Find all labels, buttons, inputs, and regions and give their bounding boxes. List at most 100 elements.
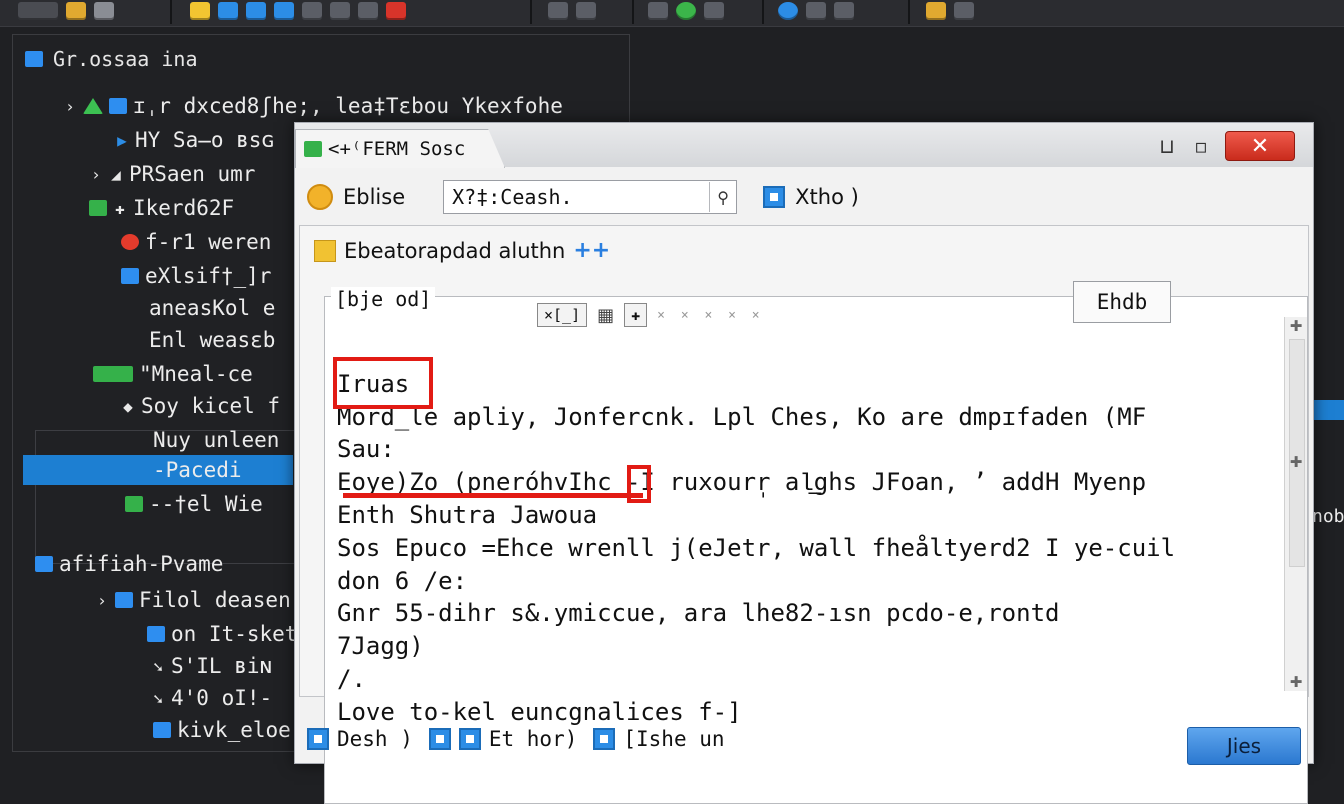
menu-icon[interactable]	[704, 2, 724, 20]
tree-item[interactable]: ▶ HY Sa̶o ʙsɢ	[115, 125, 274, 155]
tree-item[interactable]: "Mneal-ce	[93, 359, 253, 389]
window-icon[interactable]	[358, 2, 378, 20]
highlight-underline	[343, 493, 643, 498]
status-label: Desh )	[337, 727, 413, 751]
tree-item-label: eXlsif†_]r	[145, 264, 272, 288]
option-checkbox[interactable]	[763, 186, 786, 208]
pin-icon: ✚	[115, 198, 125, 218]
tree-item[interactable]: › Filol deasen	[95, 585, 291, 615]
pin-icon[interactable]: ✚	[624, 303, 648, 327]
tree-item-label: --†el Wie	[149, 492, 263, 516]
editor-scrollbar[interactable]: ✚ ✚ ✚	[1284, 317, 1307, 691]
tree-item[interactable]: › ɪˌr dxced8ʃhe;‚ lea‡Tεbou Ykexfohe	[63, 91, 563, 121]
globe-icon[interactable]	[676, 2, 696, 20]
scroll-up-icon[interactable]: ✚	[1285, 317, 1307, 335]
tree-item[interactable]: --†el Wie	[125, 489, 263, 519]
tree-item[interactable]: eXlsif†_]r	[121, 261, 271, 291]
expand-plus-icon[interactable]: ++	[573, 238, 610, 263]
paste-icon[interactable]	[274, 2, 294, 20]
format-button[interactable]: ×[_]	[537, 303, 588, 327]
dialog-tab[interactable]: <+⁽FERM Sosc	[295, 129, 505, 168]
tree-item[interactable]: afifiah-Pvame	[35, 549, 223, 579]
tree-item-label: HY Sa̶o ʙsɢ	[135, 128, 275, 152]
tree-item[interactable]: ➘ 4'0 oI!-	[151, 683, 272, 713]
faint-toolbar-marks: × × × × ×	[657, 307, 764, 323]
background-label: nob	[1312, 506, 1344, 527]
search-field[interactable]: ⚲	[443, 180, 738, 214]
tree-item-label: -Pacedi	[153, 458, 242, 482]
file-icon	[147, 626, 165, 642]
tree-item[interactable]: ✚ Ikerd62F	[89, 193, 234, 223]
dialog-toolbar: Eblise ⚲ Xtho )	[307, 179, 859, 215]
search-icon[interactable]: ⚲	[709, 182, 736, 212]
tree-item[interactable]: Enl weasεb	[149, 325, 275, 355]
tree-item[interactable]: on It-sket	[147, 619, 297, 649]
maximize-button[interactable]: ▫	[1191, 134, 1211, 158]
toolbar-group-debug	[778, 0, 854, 22]
link-icon[interactable]	[834, 2, 854, 20]
grid-icon[interactable]: ▦	[597, 305, 614, 326]
exit-icon[interactable]	[926, 2, 946, 20]
tree-item[interactable]: f-r1 weren	[121, 227, 271, 257]
chevron-right-icon[interactable]: ›	[95, 591, 109, 610]
play-icon[interactable]	[330, 2, 350, 20]
tree-item-label: Ikerd62F	[133, 196, 235, 220]
tree-item[interactable]: ◆ Soy kicel f	[121, 391, 280, 421]
section-title: Ebeatorapdad aluthn	[344, 238, 566, 263]
clock-icon[interactable]	[778, 2, 798, 20]
text-line: Iruas	[337, 369, 410, 398]
toolbar-separator	[908, 0, 910, 24]
tree-item[interactable]: › ◢ PRSaen umr	[89, 159, 255, 189]
triangle-icon	[83, 98, 103, 114]
tree-item-label: Enl weasεb	[149, 328, 276, 352]
chevron-right-icon[interactable]: ›	[89, 165, 103, 184]
tree-item[interactable]: Nuy unleen	[153, 425, 279, 455]
tree-item-selected[interactable]: -Pacedi	[23, 455, 293, 485]
play-icon: ▶	[117, 130, 127, 150]
close-button[interactable]: ✕	[1225, 131, 1295, 161]
search-input[interactable]	[444, 182, 710, 212]
tree-item[interactable]: aneasKol e	[149, 293, 275, 323]
refresh-icon[interactable]	[648, 2, 668, 20]
status-item[interactable]: Et hor)	[428, 727, 577, 751]
network-icon[interactable]	[806, 2, 826, 20]
scroll-mark-icon: ✚	[1289, 453, 1303, 471]
gear-icon[interactable]	[307, 184, 333, 210]
error-icon	[121, 234, 139, 250]
tree-header: Gr.ossaa ina	[25, 47, 198, 71]
toolbar-group-edit	[190, 0, 406, 22]
scroll-down-icon[interactable]: ✚	[1285, 673, 1307, 691]
text-line: Gnr 55-dihr s&.ymiccue, ara lhe82-ısn pc…	[337, 599, 1060, 628]
toolbar-group-nav	[926, 0, 974, 22]
highlight-box	[333, 357, 433, 409]
document-icon	[428, 728, 451, 750]
minimize-button[interactable]: ⊔	[1157, 134, 1177, 158]
gift-icon[interactable]	[386, 2, 406, 20]
tools-icon[interactable]	[548, 2, 568, 20]
chevron-right-icon[interactable]: ›	[63, 97, 77, 116]
cut-icon[interactable]	[218, 2, 238, 20]
tree-item[interactable]: kivk_eloe	[153, 715, 291, 745]
toolbar-separator	[530, 0, 532, 24]
option-label: Xtho )	[795, 185, 859, 209]
copy-icon[interactable]	[246, 2, 266, 20]
dialog-titlebar: <+⁽FERM Sosc ⊔ ▫ ✕	[295, 123, 1313, 168]
editor-text[interactable]: Iruas Mord̲le apliy, Jonfercnk. Lpl Ches,…	[337, 335, 1267, 794]
grid-icon[interactable]	[18, 2, 58, 20]
text-icon[interactable]	[576, 2, 596, 20]
status-item[interactable]: Desh )	[307, 727, 413, 751]
save-icon[interactable]	[94, 2, 114, 20]
tree-item-label: on It-sket	[171, 622, 298, 646]
editor-side-tab[interactable]: Ehdb	[1073, 281, 1171, 323]
undo-icon[interactable]	[302, 2, 322, 20]
note-icon[interactable]	[190, 2, 210, 20]
plus-icon[interactable]	[954, 2, 974, 20]
frame-label: [bje od]	[331, 287, 436, 311]
status-item[interactable]: [Ishe un	[593, 727, 725, 751]
ok-button[interactable]: Jies	[1187, 727, 1301, 765]
folder-icon[interactable]	[66, 2, 86, 20]
tree-item[interactable]: ➘ S'IL ʙiɴ	[151, 651, 272, 681]
grid-icon	[458, 728, 481, 750]
text-line: don 6 /e:	[337, 566, 468, 595]
module-icon	[93, 366, 133, 382]
